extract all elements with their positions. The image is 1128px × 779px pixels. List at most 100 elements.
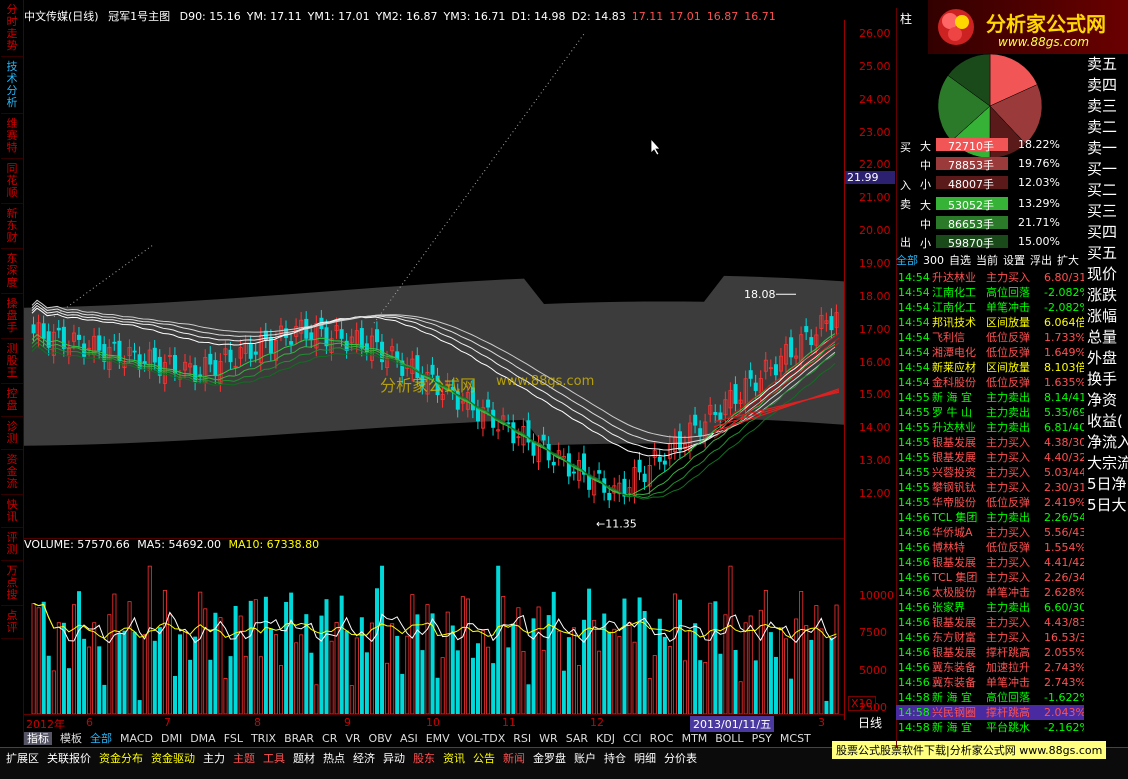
bottom-tab-0[interactable]: 扩展区 [2, 749, 43, 767]
ticker-row[interactable]: 14:54 湘潭电化 低位反弹 1.649% [896, 345, 1084, 360]
list-tab-0[interactable]: 全部 [896, 254, 918, 267]
bottom-tab-3[interactable]: 资金驱动 [147, 749, 199, 767]
ticker-row[interactable]: 14:55 升达林业 主力卖出 6.81/40 [896, 420, 1084, 435]
ticker-row[interactable]: 14:55 银基发展 主力买入 4.40/32 [896, 450, 1084, 465]
indicator-tab-fsl[interactable]: FSL [224, 732, 243, 745]
indicator-tab-指标[interactable]: 指标 [24, 732, 52, 745]
bottom-tab-10[interactable]: 异动 [379, 749, 409, 767]
ticker-row[interactable]: 14:54 金科股份 低位反弹 1.635% [896, 375, 1084, 390]
ticker-row[interactable]: 14:54 新莱应材 区间放量 8.103倍 [896, 360, 1084, 375]
bottom-tab-12[interactable]: 资讯 [439, 749, 469, 767]
indicator-tab-wr[interactable]: WR [539, 732, 558, 745]
ticker-row[interactable]: 14:56 冀东装备 单笔冲击 2.743% [896, 675, 1084, 690]
ticker-row[interactable]: 14:58 兴民钢圈 撑杆跳高 2.043% [896, 705, 1084, 720]
bottom-tab-4[interactable]: 主力 [199, 749, 229, 767]
bottom-tab-11[interactable]: 股东 [409, 749, 439, 767]
period-label[interactable]: 日线 [858, 714, 882, 731]
indicator-tab-obv[interactable]: OBV [369, 732, 392, 745]
indicator-tab-vr[interactable]: VR [345, 732, 360, 745]
ticker-row[interactable]: 14:56 TCL 集团 主力买入 2.26/34 [896, 570, 1084, 585]
ticker-row[interactable]: 14:54 邦讯技术 区间放量 6.064倍 [896, 315, 1084, 330]
list-tab-1[interactable]: 300 [923, 254, 944, 267]
left-tab-1[interactable]: 技术分析 [1, 57, 23, 114]
list-tab-3[interactable]: 当前 [976, 254, 998, 267]
indicator-tab-mcst[interactable]: MCST [780, 732, 811, 745]
indicator-tab-dma[interactable]: DMA [190, 732, 216, 745]
bottom-tab-17[interactable]: 持仓 [600, 749, 630, 767]
indicator-tab-vol-tdx[interactable]: VOL-TDX [458, 732, 506, 745]
indicator-tab-kdj[interactable]: KDJ [596, 732, 615, 745]
list-tab-5[interactable]: 浮出 [1030, 254, 1052, 267]
left-tab-10[interactable]: 资金流 [1, 450, 23, 495]
bottom-tab-18[interactable]: 明细 [630, 749, 660, 767]
bottom-tab-16[interactable]: 账户 [570, 749, 600, 767]
ticker-row[interactable]: 14:58新 海 宜 平台跳水 -2.162% [896, 720, 1084, 735]
indicator-tab-trix[interactable]: TRIX [251, 732, 276, 745]
ticker-row[interactable]: 14:54 飞利信 低位反弹 1.733% [896, 330, 1084, 345]
ticker-row[interactable]: 14:54江南化工高位回落 -2.082% [896, 285, 1084, 300]
left-tab-12[interactable]: 评测 [1, 528, 23, 561]
ticker-row[interactable]: 14:56 冀东装备 加速拉升 2.743% [896, 660, 1084, 675]
left-tab-4[interactable]: 新东财 [1, 204, 23, 249]
indicator-tab-roc[interactable]: ROC [650, 732, 674, 745]
left-tab-5[interactable]: 东深度 [1, 249, 23, 294]
indicator-tab-全部[interactable]: 全部 [90, 732, 112, 745]
indicator-tab-模板[interactable]: 模板 [60, 732, 82, 745]
ticker-row[interactable]: 14:55 攀钢钒钛 主力买入 2.30/31 [896, 480, 1084, 495]
indicator-tab-mtm[interactable]: MTM [682, 732, 708, 745]
list-tab-6[interactable]: 扩大 [1057, 254, 1079, 267]
bottom-tab-14[interactable]: 新闻 [499, 749, 529, 767]
left-tab-0[interactable]: 分时走势 [1, 0, 23, 57]
list-tab-2[interactable]: 自选 [949, 254, 971, 267]
indicator-tab-macd[interactable]: MACD [120, 732, 153, 745]
ticker-row[interactable]: 14:56 东方财富 主力买入 16.53/3 [896, 630, 1084, 645]
candlestick-chart[interactable]: 18.08 ←11.35 [24, 26, 844, 536]
left-tab-7[interactable]: 测股王 [1, 339, 23, 384]
indicator-tab-rsi[interactable]: RSI [513, 732, 531, 745]
left-tab-9[interactable]: 诊测 [1, 417, 23, 450]
ticker-row[interactable]: 14:56 太极股份 单笔冲击 2.628% [896, 585, 1084, 600]
list-tab-4[interactable]: 设置 [1003, 254, 1025, 267]
bottom-tab-1[interactable]: 关联报价 [43, 749, 95, 767]
ticker-row[interactable]: 14:55 兴蓉投资 主力买入 5.03/44 [896, 465, 1084, 480]
ticker-row[interactable]: 14:55 新 海 宜 主力卖出 8.14/41 [896, 390, 1084, 405]
ticker-row[interactable]: 14:56 银基发展 主力买入 4.43/83 [896, 615, 1084, 630]
ticker-row[interactable]: 14:55 华帝股份 低位反弹 2.419% [896, 495, 1084, 510]
indicator-tab-boll[interactable]: BOLL [715, 732, 743, 745]
left-tab-14[interactable]: 点评 [1, 606, 23, 639]
left-tab-3[interactable]: 同花顺 [1, 159, 23, 204]
volume-chart[interactable] [24, 538, 844, 714]
bottom-tab-6[interactable]: 工具 [259, 749, 289, 767]
left-tab-2[interactable]: 维赛特 [1, 114, 23, 159]
ticker-row[interactable]: 14:56 TCL 集团 主力卖出 2.26/54 [896, 510, 1084, 525]
indicator-tab-brar[interactable]: BRAR [284, 732, 314, 745]
indicator-tab-sar[interactable]: SAR [566, 732, 588, 745]
bottom-tab-15[interactable]: 金罗盘 [529, 749, 570, 767]
ticker-row[interactable]: 14:56 博林特 低位反弹 1.554% [896, 540, 1084, 555]
indicator-tab-cr[interactable]: CR [322, 732, 337, 745]
ticker-row[interactable]: 14:54江南化工单笔冲击 -2.082% [896, 300, 1084, 315]
bottom-tab-13[interactable]: 公告 [469, 749, 499, 767]
ticker-row[interactable]: 14:55 罗 牛 山 主力卖出 5.35/69 [896, 405, 1084, 420]
bottom-tab-2[interactable]: 资金分布 [95, 749, 147, 767]
bottom-tab-7[interactable]: 题材 [289, 749, 319, 767]
indicator-tab-emv[interactable]: EMV [426, 732, 450, 745]
bottom-tab-5[interactable]: 主题 [229, 749, 259, 767]
ticker-row[interactable]: 14:56 银基发展 主力买入 4.41/42 [896, 555, 1084, 570]
indicator-tab-asi[interactable]: ASI [400, 732, 418, 745]
indicator-name[interactable]: 冠军1号主图 [108, 10, 170, 23]
ticker-row[interactable]: 14:56 华侨城A 主力买入 5.56/43 [896, 525, 1084, 540]
ticker-row[interactable]: 14:55 银基发展 主力买入 4.38/30 [896, 435, 1084, 450]
indicator-tab-psy[interactable]: PSY [752, 732, 772, 745]
left-tab-6[interactable]: 操盘手 [1, 294, 23, 339]
ticker-row[interactable]: 14:58新 海 宜 高位回落 -1.622% [896, 690, 1084, 705]
ticker-row[interactable]: 14:56 张家界 主力卖出 6.60/30 [896, 600, 1084, 615]
left-tab-11[interactable]: 快讯 [1, 495, 23, 528]
left-tab-8[interactable]: 控盘 [1, 384, 23, 417]
ticker-row[interactable]: 14:54 升达林业 主力买入 6.80/31 [896, 270, 1084, 285]
bottom-tab-19[interactable]: 分价表 [660, 749, 701, 767]
ticker-row[interactable]: 14:56 银基发展 撑杆跳高 2.055% [896, 645, 1084, 660]
indicator-tab-cci[interactable]: CCI [623, 732, 642, 745]
indicator-tab-dmi[interactable]: DMI [161, 732, 182, 745]
left-tab-13[interactable]: 万点搜 [1, 561, 23, 606]
